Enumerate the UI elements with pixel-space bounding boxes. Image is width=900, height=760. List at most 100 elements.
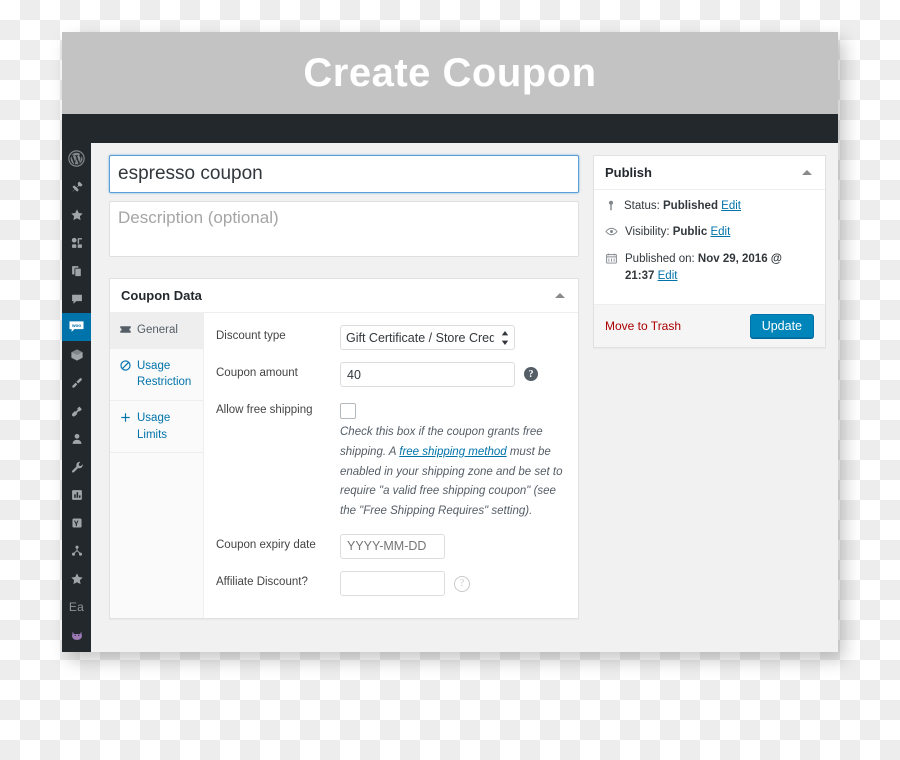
pages-icon xyxy=(71,266,82,278)
sidebar-item-pet-addon[interactable] xyxy=(62,621,91,649)
free-shipping-method-link[interactable]: free shipping method xyxy=(399,446,506,458)
affiliate-discount-help-icon[interactable]: ? xyxy=(454,575,470,592)
coupon-data-panel: Coupon Data General Usage Restriction Us… xyxy=(109,278,579,619)
browser-card: Create Coupon woo Ea espresso coupon Des… xyxy=(62,32,838,652)
text-icon: Ea xyxy=(68,600,85,614)
publish-header[interactable]: Publish xyxy=(594,156,825,190)
publish-panel: Publish Status: Published Edit Visibilit… xyxy=(593,155,826,348)
allow-free-shipping-checkbox[interactable] xyxy=(340,403,356,419)
publish-visibility-row: Visibility: Public Edit xyxy=(605,224,814,241)
visibility-edit-link[interactable]: Edit xyxy=(710,226,730,238)
sidebar-item-starred[interactable] xyxy=(62,565,91,593)
yoast-icon xyxy=(71,518,82,528)
star-icon xyxy=(70,209,83,221)
cat-icon xyxy=(71,631,82,640)
tab-usage-limits-label: Usage Limits xyxy=(137,412,171,441)
sidebar-item-users[interactable] xyxy=(62,425,91,453)
move-to-trash-link[interactable]: Move to Trash xyxy=(605,319,681,333)
visibility-prefix: Visibility: xyxy=(625,226,670,239)
field-expiry-date: Coupon expiry date xyxy=(216,533,568,559)
coupon-data-body: General Usage Restriction Usage Limits D… xyxy=(110,313,578,618)
field-allow-free-shipping: Allow free shipping Check this box if th… xyxy=(216,399,568,522)
chevron-up-icon[interactable] xyxy=(555,293,565,298)
sidebar-item-share[interactable] xyxy=(62,537,91,565)
affiliate-discount-input[interactable] xyxy=(340,570,445,596)
sidebar-item-products[interactable] xyxy=(62,341,91,369)
status-prefix: Status: xyxy=(624,200,660,212)
field-discount-type: Discount type Gift Certificate / Store C… xyxy=(216,325,568,350)
discount-type-label: Discount type xyxy=(216,330,286,342)
chevron-up-icon[interactable] xyxy=(802,170,812,175)
status-value: Published xyxy=(663,200,718,212)
ticket-icon xyxy=(120,326,131,333)
sidebar-item-woocommerce[interactable]: woo xyxy=(62,313,91,341)
sidebar-item-yoast-seo[interactable] xyxy=(62,509,91,537)
brush-icon xyxy=(71,378,82,388)
publish-status-row: Status: Published Edit xyxy=(605,198,814,215)
published-on-edit-link[interactable]: Edit xyxy=(658,270,678,282)
coupon-title-input[interactable] xyxy=(109,155,579,193)
main-column: Coupon Data General xyxy=(109,155,579,652)
sidebar-item-appearance[interactable] xyxy=(62,369,91,397)
sidebar-item-plugins[interactable] xyxy=(62,397,91,425)
wp-body: woo Ea espresso coupon Description (opti… xyxy=(62,143,838,652)
wp-admin-bar xyxy=(62,114,838,143)
discount-type-select[interactable]: Gift Certificate / Store Credi xyxy=(340,325,515,350)
pin-marker-icon xyxy=(608,200,614,211)
user-icon xyxy=(72,433,81,444)
expiry-date-label: Coupon expiry date xyxy=(216,538,316,551)
star-icon xyxy=(70,573,83,585)
status-edit-link[interactable]: Edit xyxy=(721,200,741,212)
page-title: Create Coupon xyxy=(303,50,597,95)
coupon-amount-label: Coupon amount xyxy=(216,367,298,379)
published-on-prefix: Published on: xyxy=(625,252,695,265)
plus-icon xyxy=(121,413,130,422)
eye-icon xyxy=(605,228,618,236)
coupon-data-header[interactable]: Coupon Data xyxy=(110,279,578,313)
sidebar-item-tools[interactable] xyxy=(62,453,91,481)
coupon-data-title: Coupon Data xyxy=(121,288,202,303)
box-icon xyxy=(70,349,83,361)
publish-date-row: Published on: Nov 29, 2016 @ 21:37 Edit xyxy=(605,251,814,286)
tab-general[interactable]: General xyxy=(110,313,203,349)
page-banner: Create Coupon xyxy=(62,32,838,114)
network-icon xyxy=(71,545,82,556)
pin-icon xyxy=(71,181,83,193)
update-button[interactable]: Update xyxy=(749,314,814,338)
sidebar-item-easy-addon[interactable]: Ea xyxy=(62,593,91,621)
calendar-icon xyxy=(606,253,617,264)
visibility-value: Public xyxy=(672,226,708,239)
sidebar-item-analytics[interactable] xyxy=(62,481,91,509)
coupon-amount-input[interactable] xyxy=(340,362,515,387)
wordpress-icon xyxy=(68,149,85,167)
field-affiliate-discount: Affiliate Discount? ? xyxy=(216,570,568,596)
tab-general-label: General xyxy=(137,324,178,336)
admin-sidebar: woo Ea xyxy=(62,143,91,652)
expiry-date-input[interactable] xyxy=(340,533,445,559)
publish-title: Publish xyxy=(605,165,652,180)
tab-usage-limits[interactable]: Usage Limits xyxy=(110,401,203,454)
tab-usage-restriction[interactable]: Usage Restriction xyxy=(110,349,203,402)
coupon-amount-help-icon[interactable]: ? xyxy=(524,367,538,381)
field-coupon-amount: Coupon amount ? xyxy=(216,362,568,387)
woocommerce-icon: woo xyxy=(69,321,84,332)
sidebar-item-favorites[interactable] xyxy=(62,201,91,229)
affiliate-discount-label: Affiliate Discount? xyxy=(216,575,308,588)
editor-content: Coupon Data General xyxy=(91,143,838,652)
tab-usage-restriction-label: Usage Restriction xyxy=(137,359,192,389)
sidebar-item-comments[interactable] xyxy=(62,285,91,313)
coupon-description-textarea[interactable] xyxy=(109,201,579,257)
sidebar-item-pages[interactable] xyxy=(62,257,91,285)
svg-text:woo: woo xyxy=(71,323,81,328)
sidebar-item-media[interactable] xyxy=(62,229,91,257)
sidebar-item-dashboard[interactable] xyxy=(62,173,91,201)
plug-icon xyxy=(71,406,82,417)
wrench-icon xyxy=(71,461,83,473)
allow-free-shipping-help: Check this box if the coupon grants free… xyxy=(340,423,568,522)
sidebar-item-wordpress-logo[interactable] xyxy=(62,143,91,173)
chart-box-icon xyxy=(71,490,82,500)
publish-footer: Move to Trash Update xyxy=(594,304,825,347)
publish-rows: Status: Published Edit Visibility: Publi… xyxy=(594,190,825,304)
ban-icon xyxy=(120,360,131,371)
allow-free-shipping-label: Allow free shipping xyxy=(216,404,313,416)
